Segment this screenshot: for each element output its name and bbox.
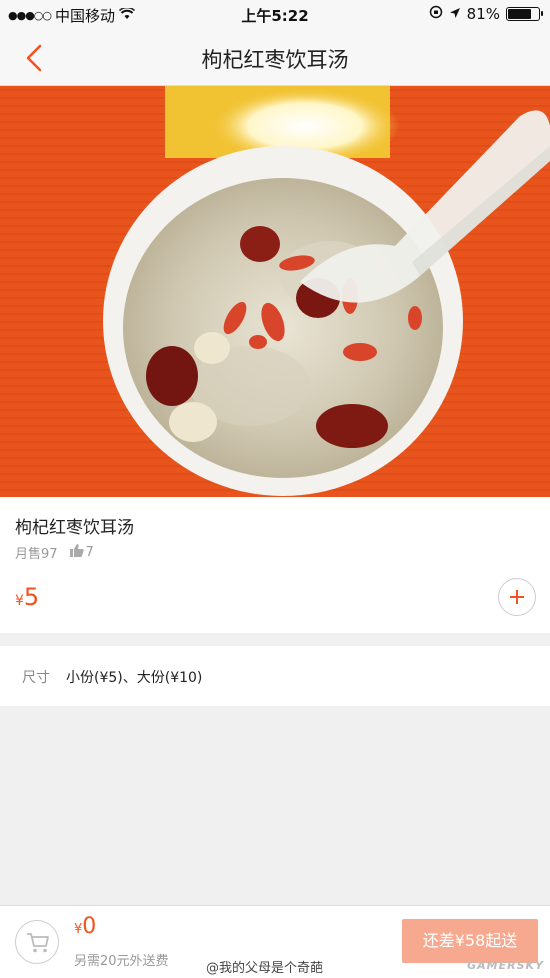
dish-info-card: 枸杞红枣饮耳汤 月售97 7 ¥5 — [0, 497, 550, 633]
orientation-lock-icon — [429, 5, 443, 23]
dish-photo — [0, 86, 550, 497]
spec-label: 尺寸 — [22, 670, 50, 686]
like-count: 7 — [85, 545, 94, 560]
checkout-button[interactable]: 还差¥58起送 — [402, 919, 538, 963]
cart-total: ¥0 — [74, 914, 96, 939]
cart-icon — [27, 933, 49, 953]
spec-value: 小份(¥5)、大份(¥10) — [66, 670, 203, 686]
status-bar: ●●●○○ 中国移动 上午5:22 81% — [0, 0, 550, 30]
page-title: 枸杞红枣饮耳汤 — [201, 48, 349, 72]
site-watermark: GAMERSKY — [467, 959, 544, 972]
navigation-bar: 枸杞红枣饮耳汤 — [0, 30, 550, 86]
dish-name: 枸杞红枣饮耳汤 — [15, 518, 134, 538]
add-to-cart-button[interactable] — [498, 578, 536, 616]
cart-button[interactable] — [15, 920, 59, 964]
dish-meta: 月售97 7 — [15, 543, 94, 562]
cart-total-value: 0 — [82, 914, 97, 939]
user-watermark: @我的父母是个奇葩 — [206, 961, 324, 976]
delivery-fee-note: 另需20元外送费 — [74, 954, 169, 969]
monthly-sales: 月售97 — [15, 547, 58, 562]
price-value: 5 — [23, 583, 40, 611]
battery-percent: 81% — [466, 5, 500, 23]
thumb-up-icon — [69, 544, 84, 561]
price-currency: ¥ — [15, 593, 24, 609]
location-icon — [449, 5, 461, 23]
battery-icon — [506, 7, 543, 21]
size-spec-row: 尺寸 小份(¥5)、大份(¥10) — [0, 646, 550, 706]
dish-price: ¥5 — [15, 583, 39, 611]
cart-bar: ¥0 另需20元外送费 @我的父母是个奇葩 还差¥58起送 GAMERSKY — [0, 905, 550, 978]
